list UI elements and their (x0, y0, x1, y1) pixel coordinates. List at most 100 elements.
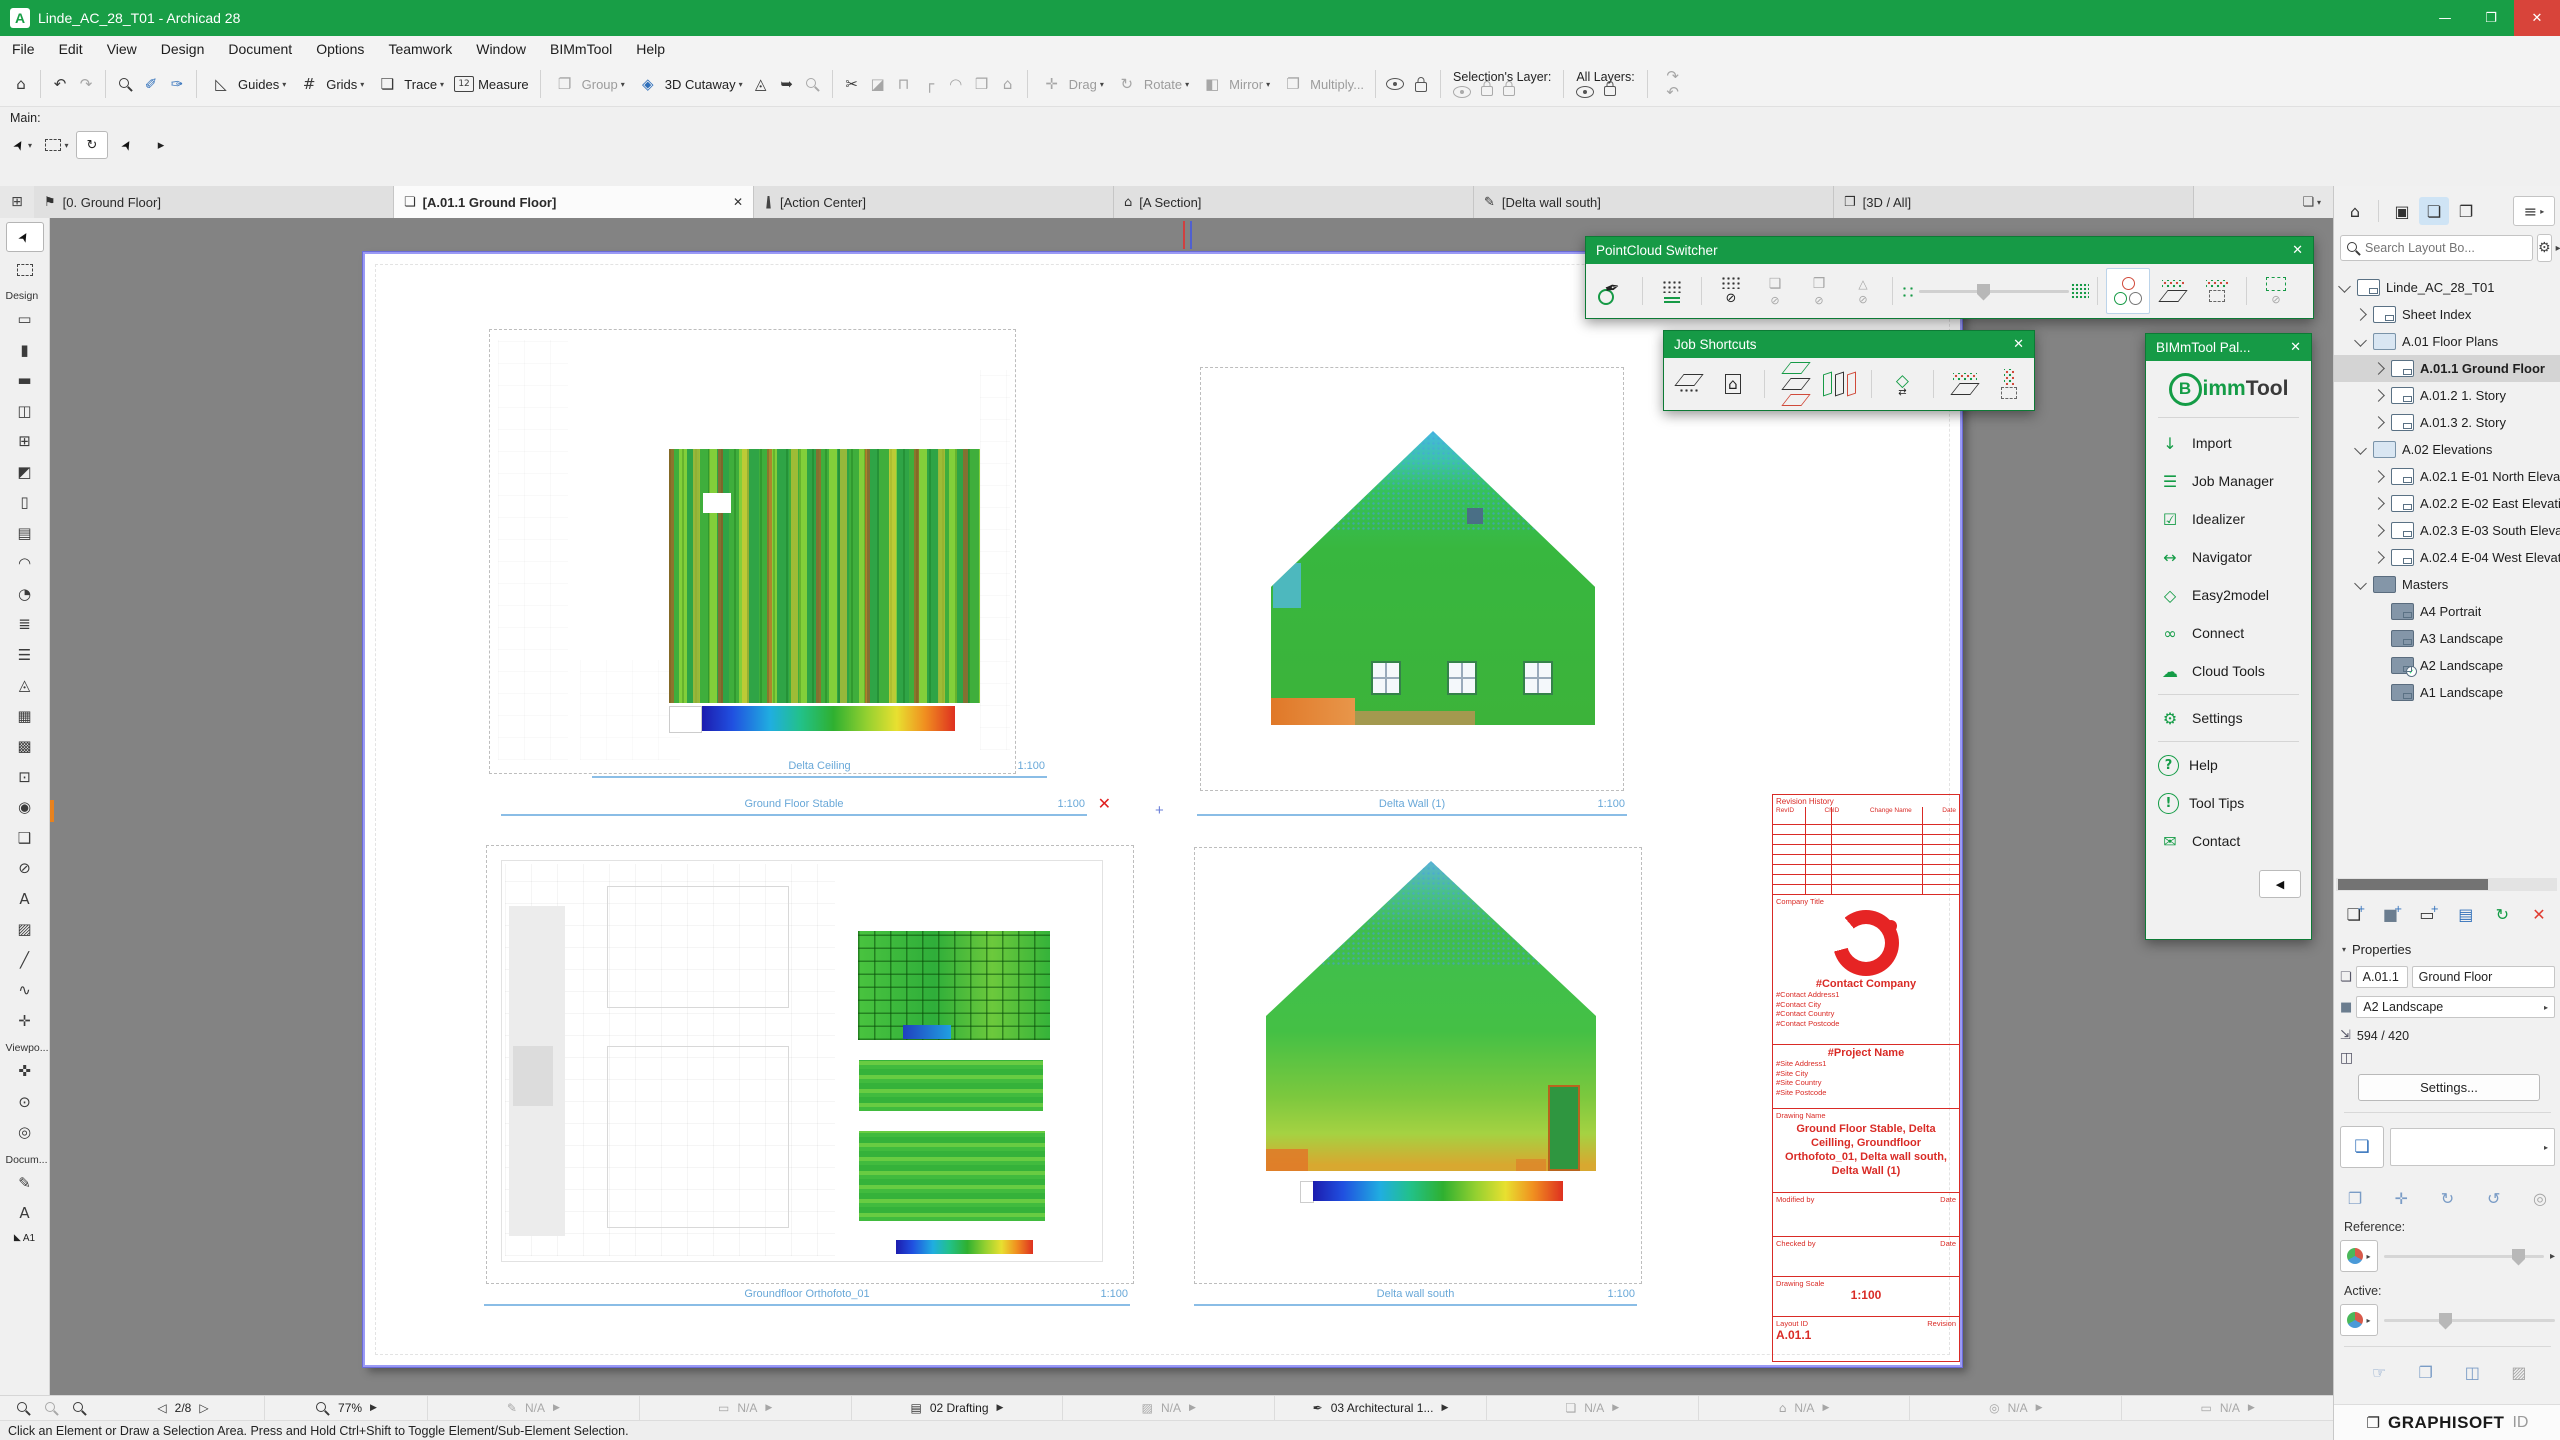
trace-fit-button[interactable]: ❐ (2340, 1184, 2370, 1212)
graphisoft-id-bar[interactable]: ❐ GRAPHISOFT ID (2334, 1404, 2560, 1440)
hide-in-layouts-button[interactable]: ❏⊘ (1754, 269, 1796, 313)
menu-teamwork[interactable]: Teamwork (376, 41, 464, 57)
menu-design[interactable]: Design (149, 41, 217, 57)
tree-item-west-elevation[interactable]: A.02.4 E-04 West Elevation (2334, 544, 2560, 571)
master-dropdown[interactable]: A2 Landscape▸ (2356, 996, 2555, 1018)
marquee-tool[interactable] (7, 256, 43, 284)
pager-prev-icon[interactable]: ◁ (157, 1401, 166, 1415)
tree-item-east-elevation[interactable]: A.02.2 E-02 East Elevation (2334, 490, 2560, 517)
pointer-button[interactable]: ➤ (112, 132, 142, 158)
density-slider-thumb[interactable] (1977, 284, 1990, 301)
trace-rotate-button[interactable]: ↻ (2433, 1184, 2463, 1212)
vertical-planes-button[interactable] (1821, 362, 1859, 406)
tab-grid-icon[interactable]: ⊞ (0, 186, 34, 218)
morph-tool-icon[interactable]: ◬ (2, 670, 48, 701)
navigator-settings-button[interactable]: ⚙ (2537, 234, 2552, 262)
plane-dots-colored-button[interactable] (1946, 362, 1984, 406)
inject-parameters-icon[interactable]: ✑ (164, 71, 190, 97)
edit-roof-icon[interactable]: ⌂ (995, 71, 1021, 97)
menu-edit[interactable]: Edit (47, 41, 95, 57)
new-master-button[interactable]: ■+ (2379, 900, 2407, 928)
undo-side-icon[interactable]: ↶ (1660, 84, 1686, 100)
lock-selection-layer-icon[interactable] (1481, 86, 1493, 96)
cutaway-button[interactable]: ◈ 3D Cutaway▾ (630, 66, 748, 102)
split-icon[interactable]: ✂ (839, 71, 865, 97)
drawing-title-groundfloor-orthofoto[interactable]: Groundfloor Orthofoto_011:100 (484, 1287, 1130, 1306)
hide-marquee-button[interactable]: ⊘ (2255, 269, 2297, 313)
tree-item-a3-landscape[interactable]: A3 Landscape (2334, 625, 2560, 652)
bimmtool-contact[interactable]: ✉ Contact (2146, 822, 2311, 860)
zoom-selection-icon[interactable] (800, 71, 826, 97)
layout-settings-dialog-button[interactable]: Settings... (2358, 1074, 2540, 1101)
show-all-layers-icon[interactable] (1576, 86, 1594, 98)
unlock-selection-layer-icon[interactable] (1503, 86, 1515, 96)
group-button[interactable]: ❐ Group▾ (547, 66, 630, 102)
tab-0-ground-floor[interactable]: ⚑ [0. Ground Floor] (34, 186, 394, 218)
search-flyout-icon[interactable]: ▸ (2556, 243, 2560, 254)
reference-flyout-icon[interactable]: ▸ (2550, 1251, 2555, 1262)
active-slider-thumb[interactable] (2439, 1313, 2452, 1330)
tree-item-masters[interactable]: Masters (2334, 571, 2560, 598)
wall-tool-icon[interactable]: ▭ (2, 304, 48, 335)
tree-item-a012-story[interactable]: A.01.2 1. Story (2334, 382, 2560, 409)
bimmtool-tool-tips[interactable]: ! Tool Tips (2146, 784, 2311, 822)
hide-all-pointclouds-button[interactable]: ⊘ (1710, 269, 1752, 313)
palette-close-icon[interactable]: ✕ (2290, 340, 2301, 355)
plane-dots-button[interactable] (1670, 362, 1708, 406)
opening-tool-icon[interactable]: ⊘ (2, 853, 48, 884)
trace-move-button[interactable]: ✛ (2386, 1184, 2416, 1212)
filter-box-button[interactable] (2196, 269, 2238, 313)
pointcloud-switcher-titlebar[interactable]: PointCloud Switcher ✕ (1586, 237, 2313, 264)
adjust-icon[interactable]: ⊓ (891, 71, 917, 97)
rotate-button[interactable]: ↻ Rotate▾ (1109, 66, 1194, 102)
roof-tool-icon[interactable]: ◠ (2, 548, 48, 579)
find-select-icon[interactable] (112, 71, 138, 97)
tab-close-icon[interactable]: ✕ (733, 195, 743, 209)
menu-file[interactable]: File (0, 41, 47, 57)
tab-action-center[interactable]: [Action Center] (754, 186, 1114, 218)
density-slider[interactable] (1919, 290, 2069, 293)
project-chooser-icon[interactable]: ⌂ (2340, 197, 2370, 225)
bimmtool-import[interactable]: ↓ Import (2146, 424, 2311, 462)
toggle-lock-icon[interactable] (1408, 71, 1434, 97)
measure-button[interactable]: 12 Measure (449, 66, 534, 102)
bimmtool-idealizer[interactable]: ☑ Idealizer (2146, 500, 2311, 538)
drawing-delta-wall-south[interactable] (1194, 847, 1642, 1284)
drawing-title-delta-wall-1[interactable]: Delta Wall (1)1:100 (1197, 797, 1627, 816)
tree-item-a011-ground-floor[interactable]: A.01.1 Ground Floor (2334, 355, 2560, 382)
tab-overflow-button[interactable]: ❏▾ (2290, 186, 2333, 218)
curtain-wall-tool-icon[interactable]: ▯ (2, 487, 48, 518)
active-opacity-slider[interactable] (2384, 1319, 2555, 1322)
bimmtool-job-manager[interactable]: ☰ Job Manager (2146, 462, 2311, 500)
reference-opacity-slider[interactable] (2384, 1255, 2544, 1258)
camera-quick-option[interactable]: ◎ N/A ▶ (1910, 1396, 2122, 1420)
navigator-menu-button[interactable]: ≡▸ (2513, 196, 2555, 226)
layout-settings-button[interactable]: ▤ (2452, 900, 2480, 928)
zoom-value[interactable]: 77% (338, 1401, 362, 1415)
tab-delta-wall-south[interactable]: ✎ [Delta wall south] (1474, 186, 1834, 218)
drawing-delta-ceiling[interactable] (489, 329, 1016, 774)
filter-plane-button[interactable] (2152, 269, 2194, 313)
menu-options[interactable]: Options (304, 41, 376, 57)
new-folder-button[interactable]: ▭+ (2415, 900, 2443, 928)
resize-icon[interactable]: ❒ (969, 71, 995, 97)
railing-tool-icon[interactable]: ☰ (2, 640, 48, 671)
view-map-icon[interactable]: ▣ (2387, 197, 2417, 225)
pick-pointcloud-button[interactable]: ✒ (1592, 269, 1634, 313)
merge-reference-button[interactable]: ❐ (2411, 1358, 2441, 1386)
tree-item-sheet-index[interactable]: Sheet Index (2334, 301, 2560, 328)
tree-item-a1-landscape[interactable]: A1 Landscape (2334, 679, 2560, 706)
drag-reference-button[interactable]: ☞ (2364, 1358, 2394, 1386)
fill-tool-icon[interactable]: ▨ (2, 914, 48, 945)
properties-header[interactable]: ▾ Properties (2342, 942, 2411, 957)
close-button[interactable]: ✕ (2514, 0, 2560, 36)
tree-item-elevations[interactable]: A.02 Elevations (2334, 436, 2560, 463)
palette-close-icon[interactable]: ✕ (2013, 337, 2024, 352)
pick-up-parameters-icon[interactable]: ✐ (138, 71, 164, 97)
trace-refresh-button[interactable]: ◎ (2525, 1184, 2555, 1212)
menu-view[interactable]: View (95, 41, 149, 57)
camera-tool-icon[interactable]: ◎ (2, 1117, 48, 1148)
penset-quick-option[interactable]: ✒ 03 Architectural 1... ▶ (1275, 1396, 1487, 1420)
mirror-button[interactable]: ◧ Mirror▾ (1194, 66, 1275, 102)
line-tool-icon[interactable]: ╱ (2, 945, 48, 976)
